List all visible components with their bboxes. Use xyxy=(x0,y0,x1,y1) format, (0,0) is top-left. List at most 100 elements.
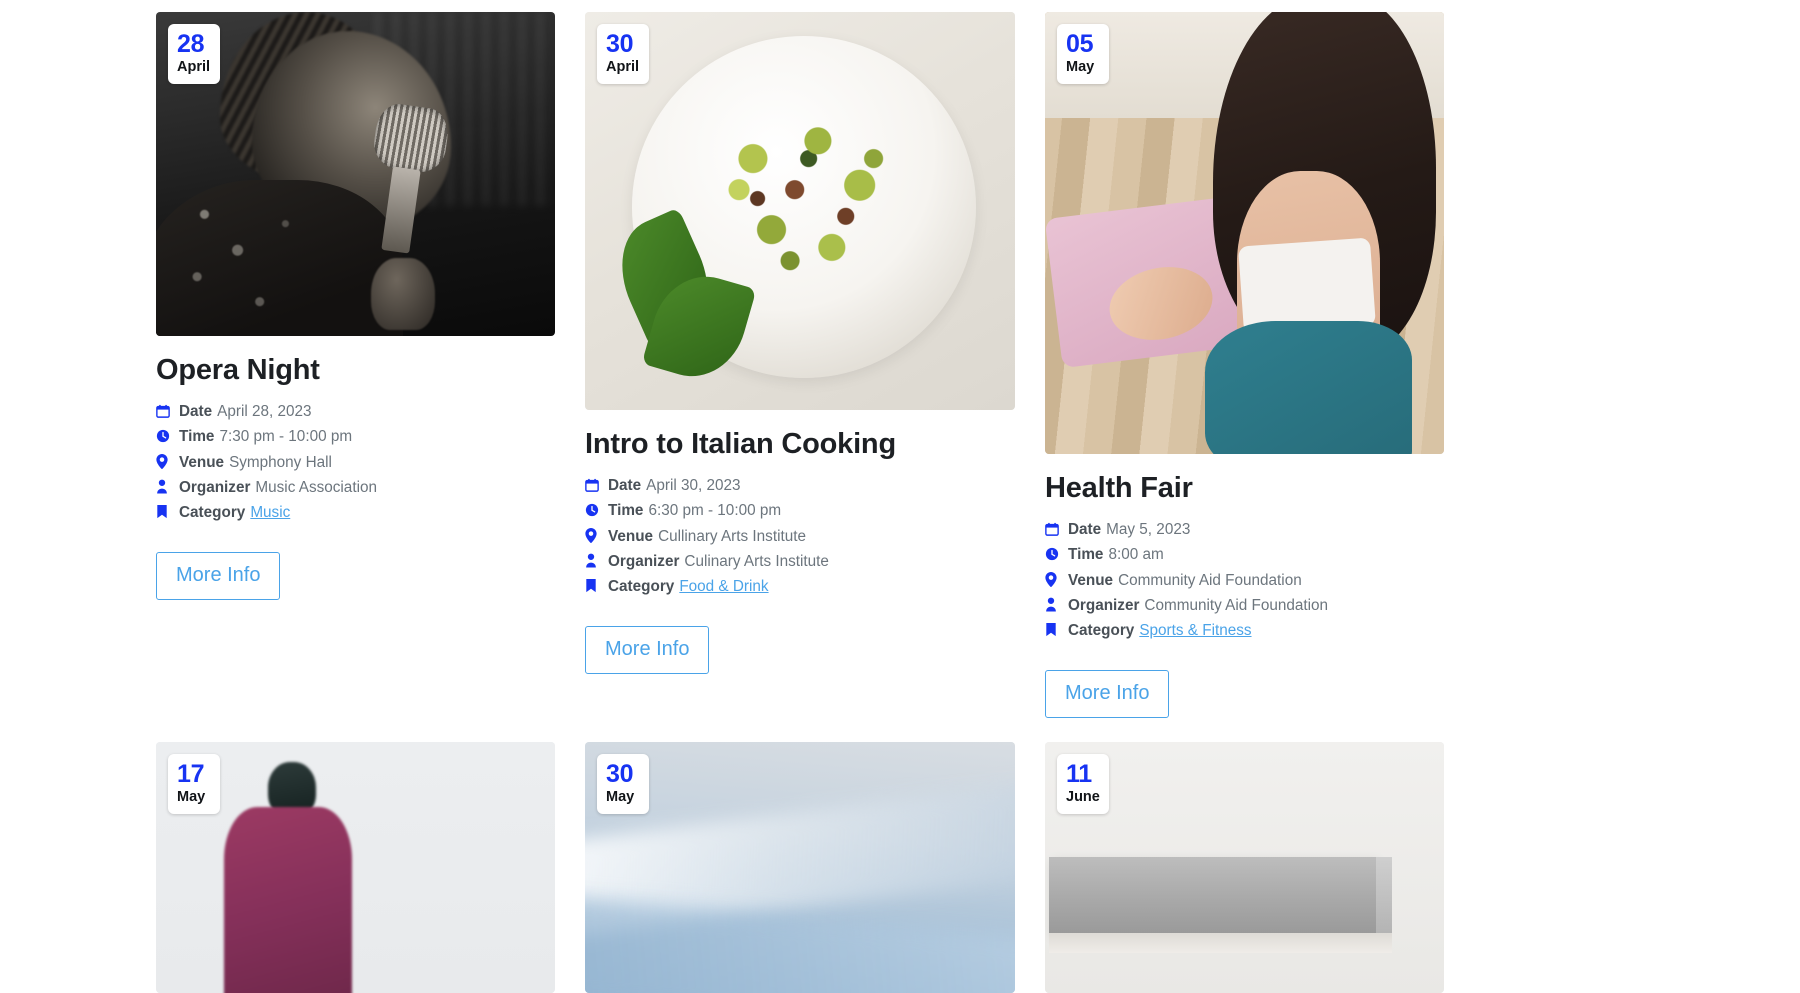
event-title[interactable]: Intro to Italian Cooking xyxy=(585,427,1015,462)
date-badge-month: June xyxy=(1066,789,1100,805)
meta-value-venue: Community Aid Foundation xyxy=(1118,571,1302,589)
date-badge: 30 April xyxy=(597,24,649,85)
meta-row-category: Category Sports & Fitness xyxy=(1045,618,1444,643)
meta-value-date: May 5, 2023 xyxy=(1106,520,1191,538)
date-badge: 30 May xyxy=(597,754,649,815)
person-icon xyxy=(585,553,601,568)
sky-photo xyxy=(585,742,1015,993)
meta-label-date: Date xyxy=(1068,520,1102,538)
meta-label-organizer: Organizer xyxy=(608,553,680,571)
meta-value-time: 7:30 pm - 10:00 pm xyxy=(219,428,353,446)
map-pin-icon xyxy=(156,453,172,469)
bookmark-icon xyxy=(156,504,172,519)
clock-icon xyxy=(156,429,172,443)
meta-value-venue: Cullinary Arts Institute xyxy=(658,527,806,545)
event-title[interactable]: Opera Night xyxy=(156,353,555,388)
meta-label-venue: Venue xyxy=(1068,571,1114,589)
clock-icon xyxy=(585,503,601,517)
event-image[interactable]: 11 June xyxy=(1045,742,1444,993)
meta-value-time: 6:30 pm - 10:00 pm xyxy=(648,502,782,520)
bookmark-icon xyxy=(585,578,601,593)
meta-label-time: Time xyxy=(179,428,215,446)
date-badge-month: April xyxy=(177,59,211,75)
meta-value-organizer: Music Association xyxy=(255,479,377,497)
date-badge-day: 30 xyxy=(606,30,634,58)
date-badge-day: 11 xyxy=(1066,760,1092,788)
meta-value-organizer: Community Aid Foundation xyxy=(1144,597,1329,615)
event-image[interactable]: 28 April xyxy=(156,12,555,336)
meta-label-organizer: Organizer xyxy=(179,479,251,497)
meta-value-venue: Symphony Hall xyxy=(229,453,332,471)
events-grid-row-2: 17 May 30 May 11 June xyxy=(156,742,1444,993)
event-meta-list: Date May 5, 2023 Time 8:00 am Venue Comm… xyxy=(1045,517,1444,644)
meta-row-venue: Venue Cullinary Arts Institute xyxy=(585,524,1015,549)
meta-row-category: Category Music xyxy=(156,500,555,525)
date-badge-month: May xyxy=(177,789,206,805)
calendar-icon xyxy=(1045,522,1061,536)
date-badge-month: May xyxy=(606,789,635,805)
meta-label-time: Time xyxy=(1068,546,1104,564)
event-card[interactable]: 30 May xyxy=(585,742,1015,993)
meta-row-organizer: Organizer Music Association xyxy=(156,475,555,500)
event-card[interactable]: 05 May Health Fair Date May 5, 2023 Time… xyxy=(1045,12,1444,718)
event-card[interactable]: 30 April Intro to Italian Cooking Date A… xyxy=(585,12,1015,718)
event-meta-list: Date April 30, 2023 Time 6:30 pm - 10:00… xyxy=(585,473,1015,600)
meta-row-organizer: Organizer Culinary Arts Institute xyxy=(585,549,1015,574)
bookmark-icon xyxy=(1045,622,1061,637)
date-badge: 17 May xyxy=(168,754,220,815)
date-badge-day: 17 xyxy=(177,760,205,788)
event-title[interactable]: Health Fair xyxy=(1045,471,1444,506)
more-info-button[interactable]: More Info xyxy=(1045,669,1170,718)
event-card[interactable]: 17 May xyxy=(156,742,555,993)
meta-row-venue: Venue Community Aid Foundation xyxy=(1045,568,1444,593)
meta-label-venue: Venue xyxy=(179,453,225,471)
category-link[interactable]: Music xyxy=(250,500,290,525)
meta-row-date: Date May 5, 2023 xyxy=(1045,517,1444,542)
events-listing-page: 28 April Opera Night Date April 28, 2023 xyxy=(0,0,1800,993)
meta-label-date: Date xyxy=(179,402,213,420)
meta-row-date: Date April 28, 2023 xyxy=(156,399,555,424)
more-info-button[interactable]: More Info xyxy=(585,625,710,674)
meta-label-organizer: Organizer xyxy=(1068,597,1140,615)
meta-label-date: Date xyxy=(608,476,642,494)
meta-row-time: Time 6:30 pm - 10:00 pm xyxy=(585,498,1015,523)
events-grid: 28 April Opera Night Date April 28, 2023 xyxy=(156,12,1444,718)
date-badge-month: May xyxy=(1066,59,1095,75)
date-badge-day: 28 xyxy=(177,30,205,58)
meta-value-date: April 30, 2023 xyxy=(646,476,741,494)
meta-row-organizer: Organizer Community Aid Foundation xyxy=(1045,593,1444,618)
meta-label-venue: Venue xyxy=(608,527,654,545)
date-badge: 05 May xyxy=(1057,24,1109,85)
person-icon xyxy=(156,479,172,494)
meta-label-time: Time xyxy=(608,502,644,520)
event-image[interactable]: 30 April xyxy=(585,12,1015,410)
map-pin-icon xyxy=(585,527,601,543)
calendar-icon xyxy=(585,478,601,492)
date-badge: 11 June xyxy=(1057,754,1109,815)
meta-label-category: Category xyxy=(1068,622,1135,640)
meta-row-time: Time 8:00 am xyxy=(1045,542,1444,567)
event-image[interactable]: 30 May xyxy=(585,742,1015,993)
event-card[interactable]: 11 June xyxy=(1045,742,1444,993)
event-meta-list: Date April 28, 2023 Time 7:30 pm - 10:00… xyxy=(156,399,555,526)
meta-value-organizer: Culinary Arts Institute xyxy=(684,553,829,571)
calendar-icon xyxy=(156,404,172,418)
event-image[interactable]: 17 May xyxy=(156,742,555,993)
event-card[interactable]: 28 April Opera Night Date April 28, 2023 xyxy=(156,12,555,718)
date-badge: 28 April xyxy=(168,24,220,85)
event-image[interactable]: 05 May xyxy=(1045,12,1444,454)
date-badge-month: April xyxy=(606,59,640,75)
meta-value-date: April 28, 2023 xyxy=(217,402,312,420)
meta-row-date: Date April 30, 2023 xyxy=(585,473,1015,498)
map-pin-icon xyxy=(1045,571,1061,587)
pasta-photo xyxy=(585,12,1015,410)
meta-label-category: Category xyxy=(179,504,246,522)
meta-row-venue: Venue Symphony Hall xyxy=(156,450,555,475)
date-badge-day: 05 xyxy=(1066,30,1094,58)
meta-value-time: 8:00 am xyxy=(1108,546,1164,564)
meta-row-time: Time 7:30 pm - 10:00 pm xyxy=(156,424,555,449)
category-link[interactable]: Food & Drink xyxy=(679,574,768,599)
category-link[interactable]: Sports & Fitness xyxy=(1139,618,1251,643)
meta-label-category: Category xyxy=(608,578,675,596)
more-info-button[interactable]: More Info xyxy=(156,551,281,600)
